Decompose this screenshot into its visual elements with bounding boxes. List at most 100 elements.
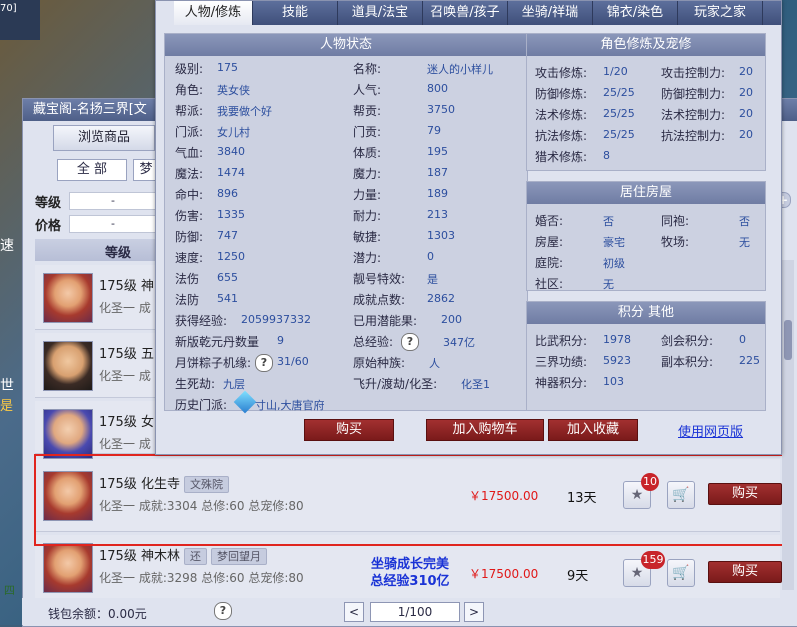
status-label: 气血: (175, 146, 204, 160)
status-value: 2862 (427, 292, 455, 305)
gem-icon (233, 390, 257, 414)
side-label-1: 速 (0, 238, 14, 254)
used-label: 已用潜能果: (353, 314, 418, 328)
total-exp-value: 347亿 (443, 336, 475, 349)
tab-browse[interactable]: 浏览商品 (53, 125, 155, 151)
tab-player-home[interactable]: 玩家之家 (678, 1, 763, 25)
tab-pets[interactable]: 召唤兽/孩子 (423, 1, 508, 25)
avatar (43, 341, 93, 391)
panel-buy-button[interactable]: 购买 (304, 419, 394, 441)
status-label: 敏捷: (353, 230, 382, 244)
fly-value: 化圣1 (461, 378, 490, 391)
history-label: 历史门派: (175, 398, 228, 412)
field-value: 否 (739, 215, 750, 228)
field-value: 20 (739, 107, 753, 120)
scrollbar-thumb[interactable] (784, 320, 792, 360)
add-to-favorites-button[interactable]: 加入收藏 (548, 419, 638, 441)
field-label: 同袍: (661, 214, 690, 228)
wallet-balance: 钱包余额：0.00元 (48, 607, 147, 621)
status-label: 成就点数: (353, 293, 406, 307)
page-indicator[interactable]: 1/100 (370, 602, 460, 622)
status-label: 体质: (353, 146, 382, 160)
help-icon[interactable]: ? (214, 602, 232, 620)
status-value: 747 (217, 229, 238, 242)
field-label: 社区: (535, 277, 564, 291)
field-label: 婚否: (535, 214, 564, 228)
help-icon[interactable]: ? (255, 354, 273, 372)
filter-all-button[interactable]: 全 部 (57, 159, 127, 181)
history-value: 寸山,大唐官府 (255, 399, 325, 412)
field-value: 20 (739, 128, 753, 141)
prev-page-button[interactable]: < (344, 602, 364, 622)
field-value: 8 (603, 149, 610, 162)
status-value: 我要做个好 (217, 105, 272, 118)
list-header-level: 等级 (105, 246, 132, 261)
item-price: ￥17500.00 (469, 567, 539, 581)
field-label: 牧场: (661, 235, 690, 249)
field-label: 攻击修炼: (535, 66, 588, 80)
status-value: 1335 (217, 208, 245, 221)
status-label: 魔法: (175, 167, 204, 181)
status-label: 力量: (353, 188, 382, 202)
field-label: 法术控制力: (661, 108, 726, 122)
level-filter-input[interactable]: - (69, 192, 157, 210)
return-tag: 还 (183, 548, 207, 565)
tab-bar-filler (763, 1, 781, 25)
status-value: 175 (217, 61, 238, 74)
cart-icon[interactable]: 🛒 (667, 559, 695, 587)
selection-highlight (34, 454, 794, 546)
status-value: 女儿村 (217, 126, 250, 139)
field-label: 比武积分: (535, 334, 588, 348)
item-sub: 化圣一 成 (99, 301, 151, 315)
status-label: 法伤 (175, 272, 200, 286)
corner-text: 70] (0, 3, 17, 14)
item-sub: 化圣一 成就:3298 总修:60 总宠修:80 (99, 571, 304, 585)
field-value: 25/25 (603, 86, 635, 99)
life-label: 生死劫: (175, 377, 216, 391)
item-name: 175级 神木林还梦回望月 (99, 545, 267, 565)
next-page-button[interactable]: > (464, 602, 484, 622)
price-filter-input[interactable]: - (69, 215, 157, 233)
price-filter-label: 价格 (35, 219, 62, 234)
status-label: 门派: (175, 125, 204, 139)
tab-character[interactable]: 人物/修炼 (174, 1, 253, 25)
buy-button[interactable]: 购买 (708, 561, 782, 583)
cultivation-section: 角色修炼及宠修 攻击修炼: 1/20 攻击控制力: 20 防御修炼: 25/25 防御控制力… (526, 33, 766, 171)
add-to-cart-button[interactable]: 加入购物车 (426, 419, 544, 441)
item-sub: 化圣一 成 (99, 437, 151, 451)
level-filter-label: 等级 (35, 196, 62, 211)
item-sub: 化圣一 成 (99, 369, 151, 383)
field-label: 神器积分: (535, 376, 588, 390)
field-label: 猎术修炼: (535, 150, 588, 164)
status-label: 帮贡: (353, 104, 382, 118)
avatar (43, 543, 93, 593)
status-value: 187 (427, 166, 448, 179)
field-label: 攻击控制力: (661, 66, 726, 80)
status-value: 1303 (427, 229, 455, 242)
status-value: 800 (427, 82, 448, 95)
status-label: 速度: (175, 251, 204, 265)
points-section: 积分 其他 比武积分: 1978 剑会积分: 0 三界功绩: 5923 副本积分: 225 神器… (526, 301, 766, 411)
status-label: 靓号特效: (353, 272, 406, 286)
field-value: 无 (739, 236, 750, 249)
field-label: 法术修炼: (535, 108, 588, 122)
shop-title: 藏宝阁-名扬三界[文 (33, 102, 147, 117)
tab-items[interactable]: 道具/法宝 (338, 1, 423, 25)
list-scrollbar[interactable] (782, 260, 794, 590)
status-label: 伤害: (175, 209, 204, 223)
web-version-link[interactable]: 使用网页版 (678, 421, 743, 440)
status-value: 655 (217, 271, 238, 284)
field-label: 防御修炼: (535, 87, 588, 101)
help-icon[interactable]: ? (401, 333, 419, 351)
school-tag: 梦回望月 (210, 548, 267, 565)
field-label: 防御控制力: (661, 87, 726, 101)
total-exp-label: 总经验: (353, 335, 394, 349)
status-value: 213 (427, 208, 448, 221)
side-label-3: 是 (0, 399, 14, 414)
tab-skills[interactable]: 技能 (253, 1, 338, 25)
tab-outfits[interactable]: 锦衣/染色 (593, 1, 678, 25)
exp-value: 2059937332 (241, 313, 311, 326)
item-name: 175级 五 (99, 347, 154, 362)
tab-mounts[interactable]: 坐骑/祥瑞 (508, 1, 593, 25)
field-value: 25/25 (603, 107, 635, 120)
